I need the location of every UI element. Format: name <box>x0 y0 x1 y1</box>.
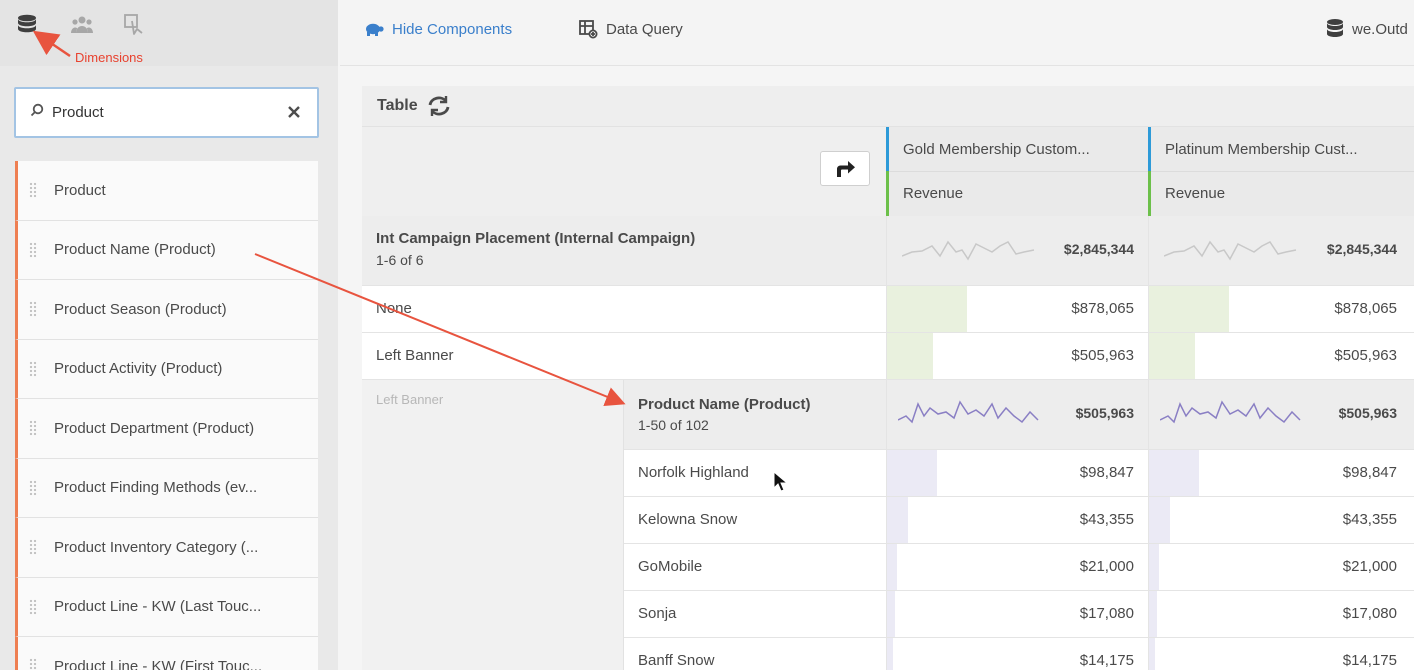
value-bar <box>1148 286 1229 332</box>
column-header-platinum[interactable]: Platinum Membership Cust... Revenue <box>1148 127 1414 216</box>
dimension-item[interactable]: Product Activity (Product) <box>15 339 318 399</box>
breakdown-parent-cell: Left Banner <box>362 380 624 670</box>
metrics-icon[interactable] <box>69 12 95 38</box>
turtle-icon <box>366 23 384 36</box>
search-input[interactable] <box>52 104 262 121</box>
value-bar <box>1148 497 1170 543</box>
drag-handle-icon[interactable] <box>29 479 37 496</box>
drag-handle-icon[interactable] <box>29 598 37 615</box>
dimension-item[interactable]: Product Name (Product) <box>15 220 318 280</box>
breakdown-row[interactable]: Sonja $17,080 $17,080 <box>624 591 1414 638</box>
table-title: Table <box>362 86 1414 127</box>
drag-handle-icon[interactable] <box>29 539 37 556</box>
dimensions-annotation: Dimensions <box>75 50 143 65</box>
drag-handle-icon[interactable] <box>29 360 37 377</box>
breakdown-row[interactable]: Banff Snow $14,175 $14,175 <box>624 638 1414 670</box>
row-count: 1-6 of 6 <box>376 252 424 268</box>
swap-axes-button[interactable] <box>820 151 870 186</box>
dimension-item[interactable]: Product Department (Product) <box>15 399 318 459</box>
metric-name[interactable]: Revenue <box>903 185 963 202</box>
hide-components-button[interactable]: Hide Components <box>364 18 512 40</box>
drag-handle-icon[interactable] <box>29 301 37 318</box>
dimension-item[interactable]: Product Finding Methods (ev... <box>15 458 318 518</box>
metric-bar <box>1148 171 1151 216</box>
breakdown-parent-label: Left Banner <box>376 392 444 407</box>
components-rail: Dimensions Product Product Name (Product… <box>0 0 338 670</box>
breakdown-total: $505,963 <box>1338 405 1397 421</box>
dimension-item[interactable]: Product Inventory Category (... <box>15 518 318 578</box>
component-search[interactable] <box>14 87 319 138</box>
freeform-table: Table Gold Membership Custom... Revenue <box>362 86 1414 670</box>
breakdown-total: $505,963 <box>1075 405 1134 421</box>
dimension-item[interactable]: Product Line - KW (Last Touc... <box>15 577 318 637</box>
dimension-item[interactable]: Product <box>15 161 318 221</box>
value-bar <box>886 286 967 332</box>
dimension-header-cell <box>362 127 886 216</box>
breakdown-row[interactable]: GoMobile $21,000 $21,000 <box>624 544 1414 591</box>
value-bar <box>1148 333 1195 379</box>
breakdown-dimension-name[interactable]: Product Name (Product) <box>638 396 811 413</box>
dimension-item[interactable]: Product Season (Product) <box>15 280 318 340</box>
swap-icon <box>837 160 855 177</box>
refresh-icon[interactable] <box>426 95 452 117</box>
dimension-name[interactable]: Int Campaign Placement (Internal Campaig… <box>376 230 695 247</box>
value-bar <box>886 497 908 543</box>
segment-name[interactable]: Gold Membership Custom... <box>903 141 1090 158</box>
clear-search-button[interactable] <box>283 101 305 123</box>
total-value: $2,845,344 <box>1326 241 1397 257</box>
value-bar <box>1148 638 1155 670</box>
data-query-icon <box>579 20 598 39</box>
column-header-gold[interactable]: Gold Membership Custom... Revenue <box>886 127 1148 216</box>
dimension-list: Product Product Name (Product) Product S… <box>15 161 318 670</box>
segment-name[interactable]: Platinum Membership Cust... <box>1165 141 1358 158</box>
segments-icon[interactable] <box>120 12 146 38</box>
search-icon <box>30 103 44 122</box>
value-bar <box>1148 591 1157 637</box>
total-value: $2,845,344 <box>1063 241 1134 257</box>
drag-handle-icon[interactable] <box>29 658 37 670</box>
dimensions-icon[interactable] <box>14 12 40 38</box>
drag-handle-icon[interactable] <box>29 182 37 199</box>
data-query-button[interactable]: Data Query <box>578 18 683 40</box>
breakdown-row-count: 1-50 of 102 <box>638 417 709 433</box>
dimension-header-row: Int Campaign Placement (Internal Campaig… <box>362 216 1414 286</box>
drag-handle-icon[interactable] <box>29 420 37 437</box>
value-bar <box>1148 450 1199 496</box>
value-bar <box>1148 544 1159 590</box>
value-bar <box>886 591 895 637</box>
value-bar <box>886 450 937 496</box>
component-type-bar: Dimensions <box>0 0 338 66</box>
report-suite-selector[interactable]: we.Outd <box>1326 18 1408 40</box>
mouse-cursor-icon <box>773 471 789 492</box>
workspace-toolbar: Hide Components Data Query we.Outd <box>340 0 1414 66</box>
value-bar <box>886 638 893 670</box>
breakdown-row[interactable]: Norfolk Highland $98,847 $98,847 <box>624 450 1414 497</box>
value-bar <box>886 333 933 379</box>
breakdown-header-row: Product Name (Product) 1-50 of 102 $505,… <box>624 380 1414 450</box>
breakdown-row[interactable]: Kelowna Snow $43,355 $43,355 <box>624 497 1414 544</box>
dimension-item[interactable]: Product Line - KW (First Touc... <box>15 637 318 670</box>
metric-name[interactable]: Revenue <box>1165 185 1225 202</box>
segment-bar <box>886 127 889 171</box>
table-row[interactable]: None $878,065 $878,065 <box>362 286 1414 333</box>
drag-handle-icon[interactable] <box>29 241 37 258</box>
metric-bar <box>886 171 889 216</box>
segment-bar <box>1148 127 1151 171</box>
report-suite-icon <box>1327 19 1343 37</box>
table-row[interactable]: Left Banner $505,963 $505,963 <box>362 333 1414 380</box>
value-bar <box>886 544 897 590</box>
